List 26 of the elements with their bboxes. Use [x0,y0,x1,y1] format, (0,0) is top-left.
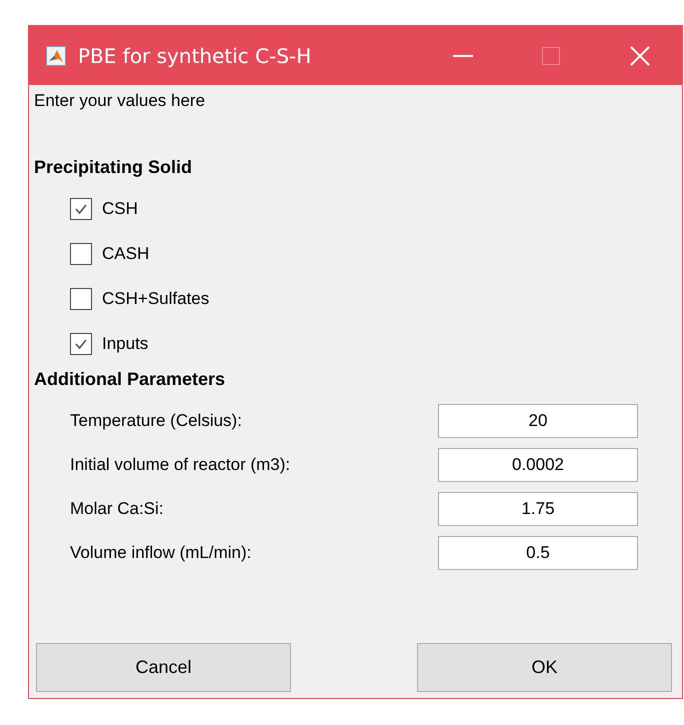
cancel-button[interactable]: Cancel [36,643,291,692]
checkbox[interactable] [70,288,92,310]
field-label: Molar Ca:Si: [70,499,164,519]
app-icon [46,46,66,66]
maximize-icon [542,46,560,64]
section-heading: Precipitating Solid [34,157,194,178]
minimize-icon[interactable] [453,54,473,56]
input-field[interactable]: 1.75 [438,492,638,526]
field-label: Volume inflow (mL/min): [70,543,252,563]
checkbox[interactable] [70,198,92,220]
input-field[interactable]: 0.5 [438,536,638,570]
window-title: PBE for synthetic C-S-H [78,44,312,68]
input-field[interactable]: 20 [438,404,638,438]
instruction-text: Enter your values here [34,91,206,111]
ok-button[interactable]: OK [417,643,672,692]
field-label: Temperature (Celsius): [70,411,242,431]
checkbox-label: CSH [102,198,138,218]
close-icon[interactable] [630,46,650,66]
section-heading: Additional Parameters [34,369,226,390]
checkbox-label: Inputs [102,334,148,354]
field-label: Initial volume of reactor (m3): [70,455,290,475]
checkbox-label: CASH [102,244,150,264]
checkbox-label: CSH+Sulfates [102,288,210,308]
input-field[interactable]: 0.0002 [438,448,638,482]
checkbox[interactable] [70,242,92,264]
checkbox[interactable] [70,332,92,354]
